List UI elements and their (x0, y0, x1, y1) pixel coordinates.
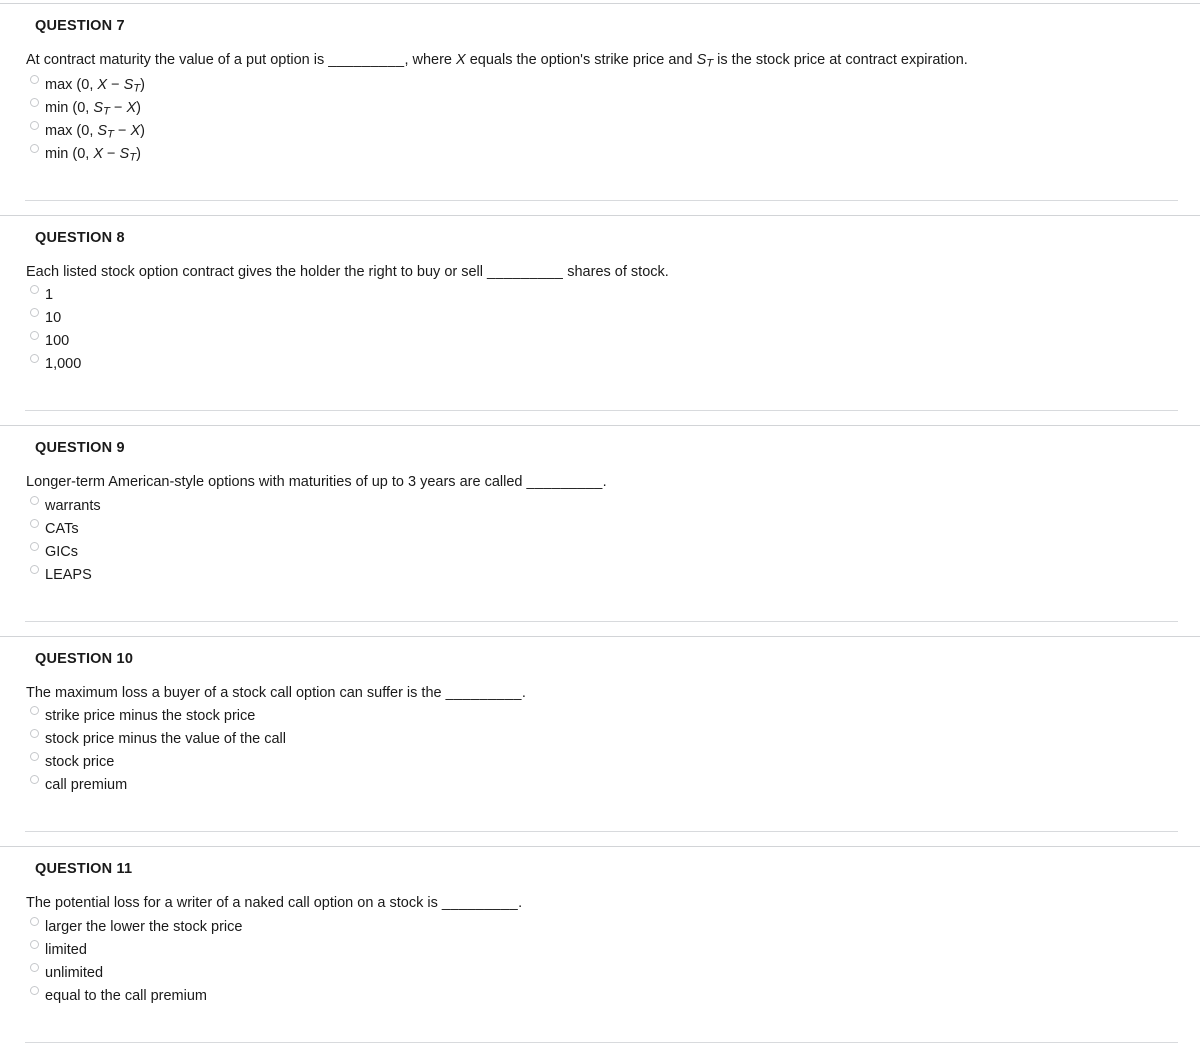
question-header: QUESTION 10 (35, 650, 134, 667)
radio-button-icon[interactable] (30, 518, 39, 528)
answer-option[interactable]: warrants (0, 495, 1200, 518)
answer-option[interactable]: stock price minus the value of the call (0, 728, 1200, 751)
radio-button-icon[interactable] (30, 120, 39, 130)
answer-option-label: LEAPS (45, 566, 92, 583)
question-header: QUESTION 7 (35, 18, 125, 34)
answer-option[interactable]: LEAPS (0, 564, 1200, 587)
answer-blank: _________ (487, 263, 564, 280)
answer-options: max (0, X − ST) min (0, ST − X) max (0, ST… (0, 72, 1200, 166)
answer-option-label: equal to the call premium (45, 988, 207, 1004)
question-header: QUESTION 11 (35, 861, 133, 878)
math-subscript: T (103, 105, 110, 118)
answer-option[interactable]: 100 (0, 330, 1200, 353)
answer-option[interactable]: 1,000 (0, 353, 1200, 376)
radio-button-icon[interactable] (30, 564, 39, 574)
answer-option[interactable]: min (0, X − ST) (0, 143, 1200, 166)
radio-button-icon[interactable] (30, 74, 39, 84)
question-stem: The maximum loss a buyer of a stock call… (26, 684, 526, 701)
answer-blank: _________ (441, 895, 519, 912)
math-variable: ST (119, 145, 137, 164)
answer-option-label: stock price (45, 754, 115, 771)
question-block: QUESTION 11 The potential loss for a writ… (0, 847, 1200, 1043)
answer-option[interactable]: 1 (0, 284, 1200, 307)
radio-button-icon[interactable] (30, 940, 39, 949)
between-question-spacer (0, 411, 1200, 425)
answer-option-label: larger the lower the stock price (45, 919, 243, 935)
answer-option[interactable]: CATs (0, 518, 1200, 541)
math-variable: X (93, 145, 104, 162)
question-block: QUESTION 10 The maximum loss a buyer of a… (0, 637, 1200, 833)
math-variable: ST (123, 76, 141, 95)
question-stem: The potential loss for a writer of a nak… (26, 895, 523, 912)
between-question-spacer (0, 622, 1200, 636)
math-subscript: T (133, 82, 141, 95)
answer-option[interactable]: unlimited (0, 962, 1200, 985)
answer-option-label: warrants (45, 497, 101, 514)
radio-button-icon[interactable] (30, 97, 39, 107)
question-block: QUESTION 8 Each listed stock option contr… (0, 216, 1200, 412)
answer-option[interactable]: strike price minus the stock price (0, 705, 1200, 728)
answer-options: strike price minus the stock price stock … (0, 703, 1200, 797)
answer-option[interactable]: equal to the call premium (0, 985, 1200, 1008)
answer-option-label: unlimited (45, 965, 104, 981)
answer-option-label: strike price minus the stock price (45, 708, 256, 725)
between-question-spacer (0, 832, 1200, 846)
answer-option[interactable]: max (0, X − ST) (0, 74, 1200, 97)
math-variable: X (456, 52, 466, 68)
between-question-spacer (0, 201, 1200, 215)
answer-blank: _________ (328, 52, 405, 68)
answer-options: larger the lower the stock price limited u… (0, 914, 1200, 1008)
answer-blank: _________ (445, 684, 522, 701)
answer-option[interactable]: larger the lower the stock price (0, 916, 1200, 939)
answer-option-label: stock price minus the value of the call (45, 731, 286, 748)
math-variable: ST (696, 52, 714, 70)
radio-button-icon[interactable] (30, 917, 39, 926)
question-stem: At contract maturity the value of a put … (26, 52, 968, 70)
question-stem: Longer-term American-style options with … (26, 474, 607, 491)
radio-button-icon[interactable] (30, 963, 39, 972)
question-block: QUESTION 7 At contract maturity the value… (0, 4, 1200, 201)
question-stem: Each listed stock option contract gives … (26, 263, 669, 280)
question-block: QUESTION 9 Longer-term American-style opt… (0, 426, 1200, 622)
question-header: QUESTION 9 (35, 440, 125, 457)
answer-blank: _________ (526, 474, 603, 491)
radio-button-icon[interactable] (30, 143, 39, 153)
math-variable: X (130, 122, 141, 139)
answer-option-label: call premium (45, 777, 128, 794)
radio-button-icon[interactable] (30, 986, 39, 995)
math-subscript: T (706, 57, 714, 70)
answer-option[interactable]: call premium (0, 774, 1200, 797)
answer-option[interactable]: limited (0, 939, 1200, 962)
math-subscript: T (129, 151, 137, 164)
math-subscript: T (107, 128, 114, 141)
answer-option-label: min (0, X − ST) (45, 145, 141, 164)
answer-options: warrants CATs GICs LEAPS (0, 493, 1200, 587)
answer-options: 1 10 100 1,000 (0, 282, 1200, 376)
answer-option[interactable]: 10 (0, 307, 1200, 330)
answer-option[interactable]: stock price (0, 751, 1200, 774)
math-variable: X (126, 99, 137, 116)
question-header: QUESTION 8 (35, 229, 125, 246)
question-list: QUESTION 7 At contract maturity the value… (0, 4, 1200, 1043)
answer-option[interactable]: max (0, ST − X) (0, 120, 1200, 143)
radio-button-icon[interactable] (30, 495, 39, 505)
answer-option[interactable]: GICs (0, 541, 1200, 564)
math-variable: ST (93, 99, 110, 118)
math-variable: ST (97, 122, 114, 141)
answer-option[interactable]: min (0, ST − X) (0, 97, 1200, 120)
math-variable: X (97, 76, 108, 93)
quiz-page: QUESTION 7 At contract maturity the value… (0, 0, 1200, 1043)
radio-button-icon[interactable] (30, 541, 39, 551)
